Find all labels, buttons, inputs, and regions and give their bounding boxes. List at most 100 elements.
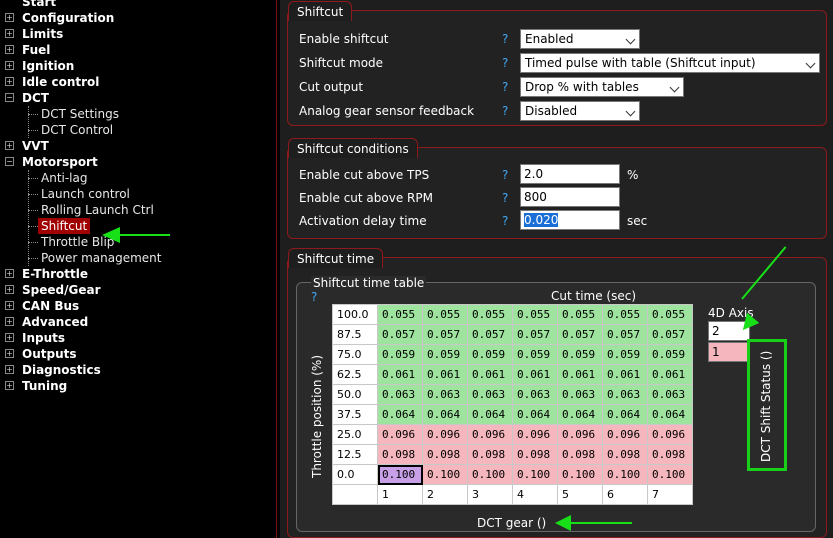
table-cell[interactable]: 0.096: [557, 424, 603, 445]
expand-icon[interactable]: +: [5, 13, 14, 22]
tree-item-diagnostics[interactable]: Diagnostics: [22, 362, 101, 378]
shiftcut-row-select[interactable]: Disabled: [520, 101, 640, 121]
tree-item-anti-lag[interactable]: Anti-lag: [41, 170, 88, 186]
table-cell[interactable]: 0.064: [557, 404, 603, 425]
table-cell[interactable]: 0.064: [647, 404, 693, 425]
tree-item-shiftcut[interactable]: Shiftcut: [38, 218, 91, 234]
table-cell[interactable]: 0.100: [602, 464, 648, 485]
collapse-icon[interactable]: −: [5, 157, 14, 166]
expand-icon[interactable]: +: [5, 29, 14, 38]
table-cell[interactable]: 0.063: [467, 384, 513, 405]
tree-item-dct-settings[interactable]: DCT Settings: [41, 106, 119, 122]
table-cell[interactable]: 0.057: [467, 324, 513, 345]
shiftcut-row-select[interactable]: Drop % with tables: [520, 77, 684, 97]
table-cell[interactable]: 0.096: [422, 424, 468, 445]
expand-icon[interactable]: +: [5, 285, 14, 294]
tree-item-outputs[interactable]: Outputs: [22, 346, 77, 362]
table-cell[interactable]: 0.061: [602, 364, 648, 385]
expand-icon[interactable]: +: [5, 45, 14, 54]
shiftcut-row-select[interactable]: Timed pulse with table (Shiftcut input): [520, 53, 820, 73]
table-cell[interactable]: 0.057: [377, 324, 423, 345]
table-cell[interactable]: 0.098: [422, 444, 468, 465]
table-cell[interactable]: 0.096: [602, 424, 648, 445]
table-cell[interactable]: 0.055: [422, 304, 468, 325]
table-cell[interactable]: 0.059: [512, 344, 558, 365]
tree-item-tuning[interactable]: Tuning: [22, 378, 67, 394]
expand-icon[interactable]: +: [5, 317, 14, 326]
table-cell[interactable]: 0.063: [422, 384, 468, 405]
table-cell[interactable]: 0.059: [377, 344, 423, 365]
table-cell[interactable]: 0.100: [377, 464, 423, 485]
expand-icon[interactable]: +: [5, 61, 14, 70]
expand-icon[interactable]: +: [5, 333, 14, 342]
tree-item-idle-control[interactable]: Idle control: [22, 74, 99, 90]
table-cell[interactable]: 0.100: [467, 464, 513, 485]
table-cell[interactable]: 0.098: [602, 444, 648, 465]
table-cell[interactable]: 0.063: [647, 384, 693, 405]
table-help-icon[interactable]: ?: [311, 290, 317, 304]
condition-row-input[interactable]: 2.0: [520, 164, 620, 184]
help-icon[interactable]: ?: [502, 191, 508, 205]
table-cell[interactable]: 0.100: [647, 464, 693, 485]
table-cell[interactable]: 0.057: [422, 324, 468, 345]
tree-item-inputs[interactable]: Inputs: [22, 330, 65, 346]
table-cell[interactable]: 0.059: [647, 344, 693, 365]
table-cell[interactable]: 0.061: [512, 364, 558, 385]
table-cell[interactable]: 0.061: [557, 364, 603, 385]
expand-icon[interactable]: +: [5, 381, 14, 390]
table-cell[interactable]: 0.059: [557, 344, 603, 365]
table-cell[interactable]: 0.061: [422, 364, 468, 385]
table-cell[interactable]: 0.055: [647, 304, 693, 325]
help-icon[interactable]: ?: [502, 56, 508, 70]
expand-icon[interactable]: +: [5, 77, 14, 86]
condition-row-input[interactable]: 800: [520, 187, 620, 207]
tree-item-can-bus[interactable]: CAN Bus: [22, 298, 79, 314]
expand-icon[interactable]: +: [5, 141, 14, 150]
table-cell[interactable]: 0.059: [422, 344, 468, 365]
tree-item-dct-control[interactable]: DCT Control: [41, 122, 113, 138]
tree-item-launch-control[interactable]: Launch control: [41, 186, 130, 202]
table-cell[interactable]: 0.059: [602, 344, 648, 365]
table-cell[interactable]: 0.064: [422, 404, 468, 425]
shiftcut-row-select[interactable]: Enabled: [520, 29, 640, 49]
collapse-icon[interactable]: −: [5, 93, 14, 102]
table-cell[interactable]: 0.063: [377, 384, 423, 405]
table-cell[interactable]: 0.063: [602, 384, 648, 405]
expand-icon[interactable]: +: [5, 269, 14, 278]
table-cell[interactable]: 0.061: [467, 364, 513, 385]
help-icon[interactable]: ?: [502, 104, 508, 118]
table-cell[interactable]: 0.057: [647, 324, 693, 345]
expand-icon[interactable]: +: [5, 301, 14, 310]
table-cell[interactable]: 0.098: [467, 444, 513, 465]
tree-item-vvt[interactable]: VVT: [22, 138, 49, 154]
table-cell[interactable]: 0.100: [557, 464, 603, 485]
table-cell[interactable]: 0.055: [512, 304, 558, 325]
tree-item-fuel[interactable]: Fuel: [22, 42, 50, 58]
table-cell[interactable]: 0.064: [602, 404, 648, 425]
table-cell[interactable]: 0.098: [512, 444, 558, 465]
table-cell[interactable]: 0.064: [467, 404, 513, 425]
tree-item-ignition[interactable]: Ignition: [22, 58, 74, 74]
table-cell[interactable]: 0.063: [557, 384, 603, 405]
table-cell[interactable]: 0.055: [602, 304, 648, 325]
table-cell[interactable]: 0.055: [377, 304, 423, 325]
table-cell[interactable]: 0.057: [512, 324, 558, 345]
table-cell[interactable]: 0.100: [512, 464, 558, 485]
table-cell[interactable]: 0.055: [557, 304, 603, 325]
tree-item-power-management[interactable]: Power management: [41, 250, 161, 266]
help-icon[interactable]: ?: [502, 168, 508, 182]
tree-item-limits[interactable]: Limits: [22, 26, 63, 42]
table-cell[interactable]: 0.096: [512, 424, 558, 445]
table-cell[interactable]: 0.096: [467, 424, 513, 445]
table-cell[interactable]: 0.064: [512, 404, 558, 425]
tree-item-rolling-launch-ctrl[interactable]: Rolling Launch Ctrl: [41, 202, 154, 218]
table-cell[interactable]: 0.063: [512, 384, 558, 405]
table-cell[interactable]: 0.061: [377, 364, 423, 385]
expand-icon[interactable]: +: [5, 349, 14, 358]
table-cell[interactable]: 0.096: [647, 424, 693, 445]
help-icon[interactable]: ?: [502, 80, 508, 94]
shiftcut-time-grid[interactable]: 100.0 0.055 0.055 0.055 0.055 0.055 0.055 0.055…: [332, 304, 693, 505]
tree-item-start[interactable]: Start: [22, 0, 56, 10]
table-cell[interactable]: 0.057: [602, 324, 648, 345]
tree-item-e-throttle[interactable]: E-Throttle: [22, 266, 88, 282]
